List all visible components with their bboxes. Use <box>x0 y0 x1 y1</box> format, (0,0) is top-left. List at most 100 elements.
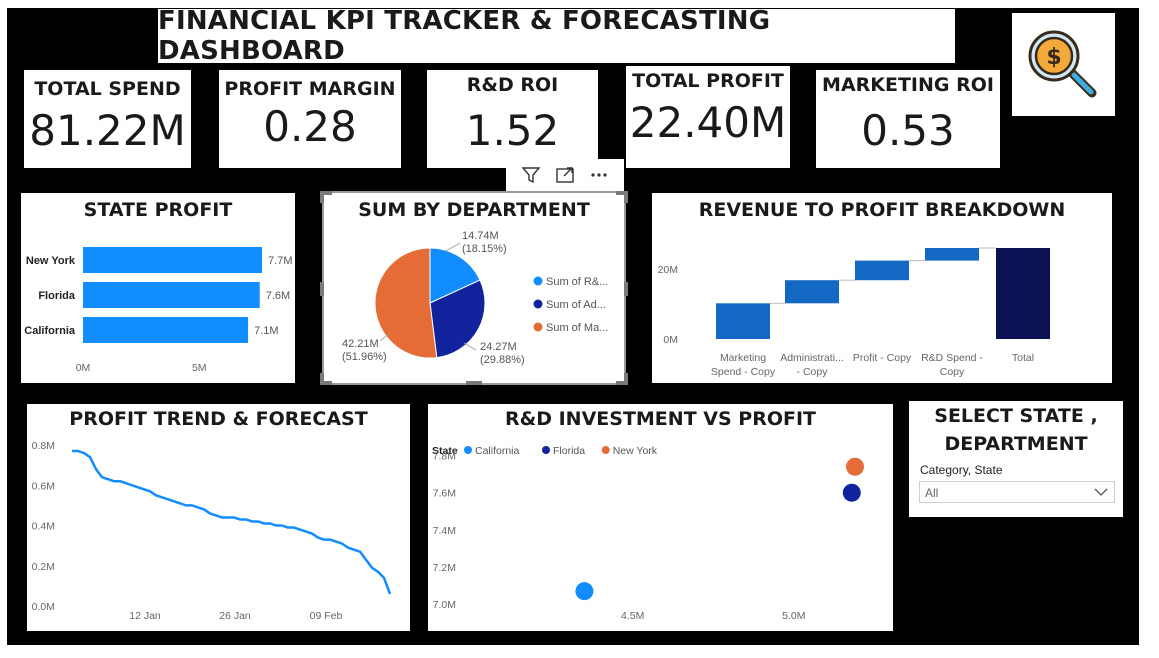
x-tick-label: 0M <box>76 362 91 374</box>
y-tick-label: 20M <box>658 264 678 276</box>
department-pie-chart: 14.74M(18.15%) 24.27M(29.88%) 42.21M(51.96… <box>342 230 608 366</box>
kpi-label: R&D ROI <box>466 74 559 96</box>
legend-marker <box>601 446 610 454</box>
kpi-value: 0.53 <box>861 106 955 155</box>
filter-icon[interactable] <box>517 163 545 187</box>
waterfall-bar <box>785 280 839 304</box>
waterfall-bar <box>996 248 1050 339</box>
focus-mode-icon[interactable] <box>551 163 579 187</box>
kpi-card-profit-margin[interactable]: PROFIT MARGIN 0.28 <box>219 70 401 168</box>
legend-marker <box>533 322 543 332</box>
pie-data-pct: (18.15%) <box>462 243 507 255</box>
slicer-field-label: Category, State <box>920 463 1003 477</box>
bar-category-label: Florida <box>38 290 76 302</box>
y-tick-label: 0.6M <box>32 480 55 492</box>
rd-vs-profit-visual[interactable]: R&D INVESTMENT VS PROFIT State California… <box>428 404 893 631</box>
slicer-title-line1: SELECT STATE , <box>934 405 1098 427</box>
legend-label: California <box>475 445 520 457</box>
visual-header-toolbar <box>506 159 624 191</box>
x-category-label: Administrati... <box>780 352 844 364</box>
slicer-selected-value: All <box>925 486 939 500</box>
legend-marker <box>464 446 472 454</box>
y-tick-label: 7.2M <box>433 562 456 574</box>
sum-by-department-visual[interactable]: SUM BY DEPARTMENT 14.74M (18.15%) 24.27M (2… <box>322 191 626 385</box>
y-tick-label: 0.8M <box>32 440 55 452</box>
x-category-label: Marketing <box>720 352 766 364</box>
legend-marker <box>533 299 543 309</box>
bar-category-label: California <box>24 325 76 337</box>
kpi-label: TOTAL SPEND <box>34 78 181 100</box>
pie-slice <box>374 247 438 359</box>
profit-trend-line <box>72 449 392 595</box>
waterfall-bar <box>855 260 909 281</box>
x-tick-label: 09 Feb <box>310 610 343 622</box>
state-profit-visual[interactable]: STATE PROFIT New York 7.7M Florida 7.6M Cali… <box>21 193 295 383</box>
kpi-card-marketing-roi[interactable]: MARKETING ROI 0.53 <box>816 70 1000 168</box>
bar-data-label: 7.1M <box>254 325 278 337</box>
scatter-point <box>846 457 865 476</box>
waterfall-bar <box>925 248 979 261</box>
bar-data-label: 7.7M <box>268 255 292 267</box>
y-tick-label: 7.6M <box>433 488 456 500</box>
slicer-title-line2: DEPARTMENT <box>944 433 1088 455</box>
y-tick-label: 0.4M <box>32 521 55 533</box>
leader-line <box>463 342 477 351</box>
legend-label: New York <box>613 445 658 457</box>
y-tick-label: 0M <box>663 334 678 346</box>
logo-card: $ <box>1012 13 1115 116</box>
waterfall-chart: 0M 20M Marketing Spend - Copy Administrati..… <box>658 247 1050 378</box>
y-tick-label: 0.0M <box>32 601 55 613</box>
kpi-value: 22.40M <box>629 98 787 147</box>
scatter-point <box>575 582 594 601</box>
pie-data-label: 24.27M <box>480 341 517 353</box>
dashboard-title: FINANCIAL KPI TRACKER & FORECASTING DASH… <box>158 6 771 66</box>
pie-data-pct: (29.88%) <box>480 354 525 366</box>
y-tick-label: 7.8M <box>433 451 456 463</box>
x-tick-label: 5M <box>192 362 207 374</box>
waterfall-bar <box>716 303 770 339</box>
leader-line <box>445 242 461 252</box>
rd-profit-scatter-chart: State California Florida New York7.0M7.2M7.… <box>432 445 865 622</box>
pie-data-pct: (51.96%) <box>342 351 387 363</box>
bar-data-label: 7.6M <box>266 290 290 302</box>
scatter-point <box>842 483 861 502</box>
kpi-label: PROFIT MARGIN <box>224 78 396 100</box>
bar <box>83 282 260 308</box>
legend-marker <box>533 276 543 286</box>
legend-label: Sum of Ad... <box>546 299 606 311</box>
legend-marker <box>542 446 550 454</box>
state-profit-chart: New York 7.7M Florida 7.6M California 7.1M 0M 5… <box>24 247 293 374</box>
x-category-label: R&D Spend - <box>921 352 983 364</box>
kpi-card-rd-roi[interactable]: R&D ROI 1.52 <box>427 70 598 168</box>
legend-label: Sum of R&... <box>546 276 608 288</box>
legend-label: Sum of Ma... <box>546 322 608 334</box>
legend-label: Florida <box>553 445 585 457</box>
y-tick-label: 7.4M <box>433 525 456 537</box>
kpi-value: 1.52 <box>465 106 560 155</box>
svg-text:$: $ <box>1046 45 1061 70</box>
x-tick-label: 5.0M <box>782 610 805 622</box>
kpi-card-total-profit[interactable]: TOTAL PROFIT 22.40M <box>626 66 790 168</box>
kpi-label: MARKETING ROI <box>822 74 994 96</box>
bar <box>83 317 249 343</box>
y-tick-label: 7.0M <box>433 599 456 611</box>
revenue-breakdown-visual[interactable]: REVENUE TO PROFIT BREAKDOWN 0M 20M Marketi… <box>652 193 1112 383</box>
slicer-dropdown[interactable]: All <box>919 481 1115 503</box>
kpi-value: 81.22M <box>29 106 186 155</box>
x-tick-label: 26 Jan <box>219 610 251 622</box>
x-category-label: - Copy <box>797 366 829 378</box>
kpi-card-total-spend[interactable]: TOTAL SPEND 81.22M <box>24 70 191 168</box>
profit-trend-visual[interactable]: PROFIT TREND & FORECAST 0.0M 0.2M 0.4M 0.6M… <box>27 404 410 631</box>
bar-category-label: New York <box>26 255 76 267</box>
y-tick-label: 0.2M <box>32 561 55 573</box>
more-options-icon[interactable] <box>585 163 613 187</box>
bar <box>83 247 263 273</box>
pie-data-label: 14.74M <box>462 230 499 242</box>
kpi-label: TOTAL PROFIT <box>632 70 784 92</box>
x-category-label: Copy <box>940 366 965 378</box>
x-category-label: Profit - Copy <box>853 352 912 364</box>
x-category-label: Spend - Copy <box>711 366 776 378</box>
kpi-value: 0.28 <box>263 102 357 151</box>
pie-data-label: 42.21M <box>342 338 379 350</box>
x-tick-label: 12 Jan <box>129 610 161 622</box>
